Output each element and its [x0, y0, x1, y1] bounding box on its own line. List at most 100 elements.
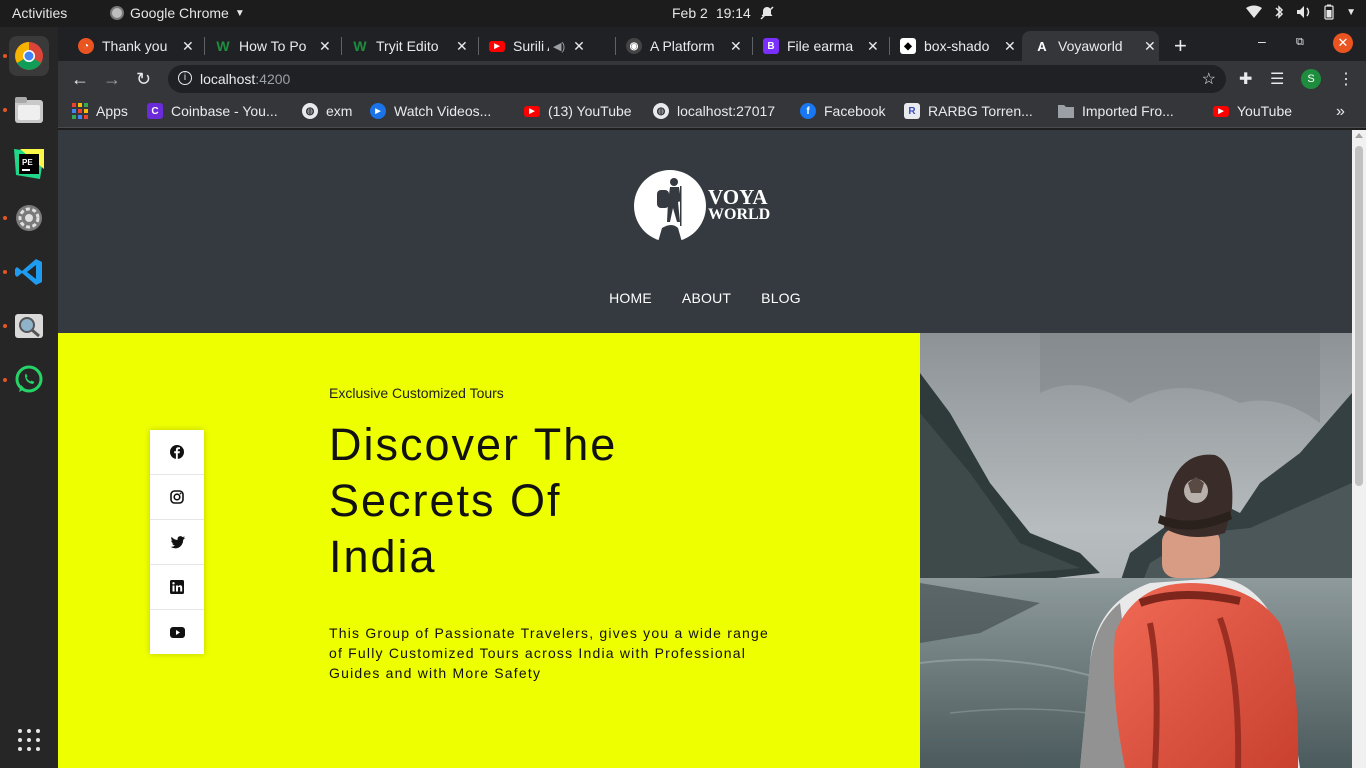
logo-line-world: WORLD [708, 206, 770, 223]
social-facebook[interactable] [150, 430, 204, 475]
forward-arrow-icon[interactable]: → [103, 69, 121, 90]
youtube-favicon-icon: ▶ [489, 40, 505, 52]
tab-2[interactable]: W Tryit Edito ✕ [332, 31, 469, 61]
bookmark-label: (13) YouTube [548, 103, 632, 119]
bookmark-watch-videos[interactable]: ▶ Watch Videos... [370, 103, 491, 119]
browser-toolbar: ← → ↻ i localhost:4200 ☆ ✚ ☰ S ⋮ [58, 61, 1366, 97]
clock[interactable]: Feb 2 19:14 [672, 5, 775, 21]
web-page: VOYA WORLD HOME ABOUT BLOG Exclusive Cus… [58, 130, 1352, 768]
chevron-down-icon: ▼ [234, 7, 245, 19]
instagram-icon [170, 490, 184, 504]
social-linkedin[interactable] [150, 565, 204, 610]
nav-blog[interactable]: BLOG [761, 290, 801, 306]
dock-show-apps[interactable] [9, 720, 49, 760]
extensions-puzzle-icon[interactable]: ✚ [1239, 69, 1252, 89]
svg-text:PE: PE [22, 158, 33, 167]
close-icon[interactable]: ✕ [1004, 38, 1016, 55]
tab-4[interactable]: ◉ A Platform ✕ [606, 31, 743, 61]
bookmark-coinbase[interactable]: C Coinbase - You... [147, 103, 278, 119]
close-icon[interactable]: ✕ [182, 38, 194, 55]
tab-3[interactable]: ▶ Surili Al ◀) ✕ [469, 31, 606, 61]
close-icon[interactable]: ✕ [319, 38, 331, 55]
app-menu[interactable]: Google Chrome ▼ [110, 5, 245, 21]
facebook-icon: f [800, 103, 816, 119]
activities-button[interactable]: Activities [12, 5, 67, 21]
reload-icon[interactable]: ↻ [136, 69, 151, 90]
profile-avatar[interactable]: S [1301, 69, 1321, 89]
scroll-up-arrow-icon[interactable] [1355, 133, 1363, 138]
restore-icon[interactable]: ⧉ [1296, 36, 1304, 49]
social-links [150, 430, 204, 654]
url-text[interactable]: localhost:4200 [200, 71, 290, 87]
tab-5[interactable]: B File earma ✕ [743, 31, 880, 61]
social-twitter[interactable] [150, 520, 204, 565]
dock-screenshot[interactable] [9, 306, 49, 346]
browser-tab-strip: ◔ Thank you ✕ W How To Po ✕ W Tryit Edit… [58, 27, 1366, 61]
site-info-icon[interactable]: i [178, 71, 192, 85]
kebab-menu-icon[interactable]: ⋮ [1338, 69, 1354, 89]
more-bookmarks-chevron-icon[interactable]: » [1336, 103, 1345, 121]
bootstrap-favicon-icon: B [763, 38, 779, 54]
twitter-icon [169, 535, 185, 548]
close-icon[interactable]: ✕ [573, 38, 585, 55]
wifi-icon [1246, 5, 1263, 18]
angular-favicon-icon: A [1037, 38, 1047, 54]
close-icon[interactable]: ✕ [867, 38, 879, 55]
tab-6[interactable]: ◆ box-shado ✕ [880, 31, 1017, 61]
close-icon[interactable]: ✕ [1144, 38, 1156, 55]
dock-pycharm[interactable]: PE [9, 144, 49, 184]
bookmark-youtube-13[interactable]: ▶ (13) YouTube [524, 103, 632, 119]
new-tab-plus-icon[interactable]: + [1174, 33, 1187, 59]
dock-whatsapp[interactable] [9, 360, 49, 400]
tab-title: Thank you [102, 38, 168, 54]
running-indicator [3, 216, 7, 220]
bookmark-imported-folder[interactable]: Imported Fro... [1058, 103, 1174, 119]
tab-title: File earma [787, 38, 854, 54]
audio-playing-icon[interactable]: ◀) [553, 40, 565, 53]
bookmark-label: localhost:27017 [677, 103, 776, 119]
magnifier-icon [15, 314, 43, 338]
globe-icon: ◍ [653, 103, 669, 119]
running-indicator [3, 324, 7, 328]
page-scrollbar[interactable] [1352, 130, 1366, 768]
close-icon[interactable]: ✕ [456, 38, 468, 55]
bookmark-localhost-27017[interactable]: ◍ localhost:27017 [653, 103, 775, 119]
settings-gear-icon [16, 205, 42, 231]
app-menu-label: Google Chrome [130, 5, 229, 21]
bookmark-star-icon[interactable]: ☆ [1202, 69, 1216, 89]
scroll-thumb[interactable] [1355, 146, 1363, 486]
dock-vscode[interactable] [9, 252, 49, 292]
bookmark-rarbg[interactable]: R RARBG Torren... [904, 103, 1033, 119]
back-arrow-icon[interactable]: ← [71, 69, 89, 90]
nav-about[interactable]: ABOUT [682, 290, 731, 306]
bookmark-apps[interactable]: Apps [72, 103, 128, 119]
address-bar[interactable]: i localhost:4200 ☆ [168, 65, 1226, 93]
bookmark-facebook[interactable]: f Facebook [800, 103, 885, 119]
site-logo[interactable]: VOYA WORLD [632, 170, 782, 242]
dock-settings[interactable] [9, 198, 49, 238]
tab-title: How To Po [239, 38, 307, 54]
hero-photo-traveler [920, 333, 1352, 768]
social-youtube[interactable] [150, 610, 204, 655]
facebook-icon [170, 445, 184, 459]
close-icon[interactable]: ✕ [730, 38, 742, 55]
system-tray[interactable]: ▼ [1246, 4, 1356, 20]
reading-list-icon[interactable]: ☰ [1270, 69, 1284, 89]
bookmark-youtube[interactable]: ▶ YouTube [1213, 103, 1292, 119]
minimize-icon[interactable]: – [1258, 33, 1266, 49]
window-close-icon[interactable]: ✕ [1333, 33, 1353, 53]
youtube-icon: ▶ [524, 105, 540, 117]
url-port: :4200 [255, 71, 291, 87]
social-instagram[interactable] [150, 475, 204, 520]
tab-7-active[interactable]: A Voyaworld ✕ [1022, 31, 1159, 61]
vscode-icon [15, 259, 42, 285]
tab-0[interactable]: ◔ Thank you ✕ [58, 31, 195, 61]
tab-1[interactable]: W How To Po ✕ [195, 31, 332, 61]
nav-home[interactable]: HOME [609, 290, 652, 306]
bookmark-label: Apps [96, 103, 128, 119]
dock-chrome[interactable] [9, 36, 49, 76]
video-play-icon: ▶ [370, 103, 386, 119]
dock-files[interactable] [9, 90, 49, 130]
site-header: VOYA WORLD HOME ABOUT BLOG [58, 130, 1352, 333]
bookmark-exm[interactable]: ◍ exm [302, 103, 352, 119]
